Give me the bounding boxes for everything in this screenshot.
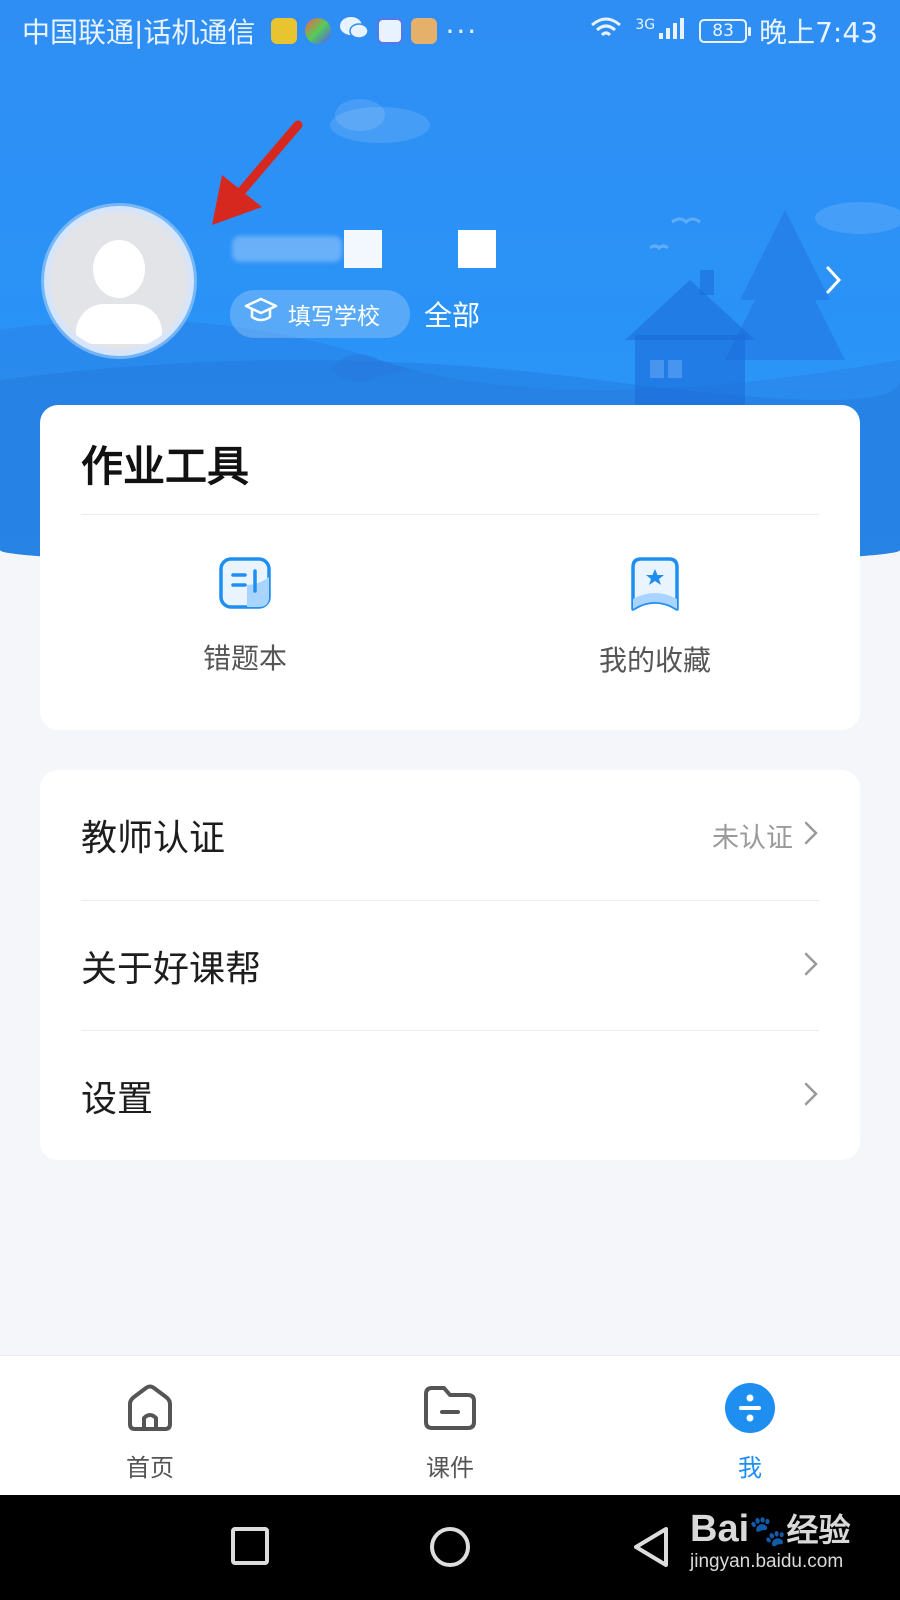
battery-icon: 83: [699, 19, 752, 43]
name-blur-region: [232, 236, 342, 262]
about-app-row[interactable]: 关于好课帮: [81, 900, 819, 1030]
name-redaction-block: [458, 230, 496, 268]
tab-courseware[interactable]: 课件: [380, 1382, 520, 1483]
clock-time: 晚上7:43: [759, 16, 878, 49]
recent-apps-button[interactable]: [229, 1525, 271, 1571]
chevron-right-icon: [803, 820, 819, 850]
profile-chevron-right-icon[interactable]: [824, 264, 844, 300]
bookmark-star-icon: [627, 557, 683, 617]
teacher-certification-row[interactable]: 教师认证 未认证: [81, 770, 819, 900]
chevron-right-icon: [803, 951, 819, 981]
certification-status: 未认证: [712, 822, 793, 854]
tab-home-label: 首页: [126, 1454, 174, 1482]
graduation-cap-icon: [244, 296, 278, 332]
settings-menu-card: 教师认证 未认证 关于好课帮 设置: [40, 770, 860, 1160]
me-divide-icon: [724, 1383, 776, 1438]
chevron-right-icon: [803, 1081, 819, 1111]
watermark-suffix: 经验: [786, 1511, 851, 1549]
teacher-certification-label: 教师认证: [81, 818, 226, 859]
bottom-tab-bar: 首页 课件 我: [0, 1355, 900, 1495]
chat-app-notification-icon: [377, 18, 404, 44]
wrong-question-book-label: 错题本: [202, 642, 287, 675]
my-favorites-button[interactable]: 我的收藏: [555, 555, 755, 679]
divider: [81, 514, 819, 515]
network-type: 3G: [635, 17, 656, 33]
tab-home[interactable]: 首页: [80, 1382, 220, 1483]
wechat-icon: [339, 15, 370, 48]
grade-label: 全部: [424, 299, 481, 332]
signal-icon: [657, 15, 687, 48]
my-favorites-label: 我的收藏: [598, 644, 711, 677]
tab-me[interactable]: 我: [680, 1382, 820, 1483]
wrong-question-book-button[interactable]: 错题本: [145, 555, 345, 677]
about-app-label: 关于好课帮: [81, 948, 262, 990]
status-bar: 中国联通|话机通信 ··· 3G 83 晚上7:43: [0, 0, 900, 62]
fill-school-button[interactable]: 填写学校: [230, 290, 410, 338]
app-notification-icon: [271, 18, 298, 44]
avatar-head-shape: [93, 240, 145, 298]
battery-level: 83: [712, 21, 734, 41]
back-button[interactable]: [630, 1525, 672, 1573]
wifi-icon: [589, 15, 623, 48]
watermark-url: jingyan.baidu.com: [690, 1551, 844, 1572]
notification-app-icons: ···: [271, 15, 478, 48]
avatar-body-shape: [76, 304, 162, 344]
settings-row[interactable]: 设置: [81, 1030, 819, 1160]
more-notifications-icon: ···: [445, 14, 479, 48]
user-name-redacted: [232, 230, 502, 270]
watermark-logo-text: Bai: [690, 1508, 750, 1550]
homework-tools-card: 作业工具 错题本 我的收藏: [40, 405, 860, 730]
browser-notification-icon: [305, 18, 332, 44]
tab-me-label: 我: [738, 1454, 762, 1482]
home-button[interactable]: [428, 1525, 472, 1573]
paw-icon: 🐾: [749, 1514, 787, 1549]
home-icon: [124, 1384, 176, 1438]
fill-school-label: 填写学校: [288, 304, 380, 330]
tab-courseware-label: 课件: [426, 1454, 474, 1482]
avatar[interactable]: [44, 206, 194, 356]
baidu-jingyan-watermark: Bai🐾经验 jingyan.baidu.com: [690, 1505, 851, 1573]
folder-icon: [422, 1386, 478, 1438]
settings-label: 设置: [81, 1078, 154, 1120]
name-redaction-block: [344, 230, 382, 268]
tools-card-title: 作业工具: [81, 442, 250, 491]
notebook-icon: [217, 557, 273, 615]
package-notification-icon: [411, 18, 438, 44]
carrier-text: 中国联通|话机通信: [22, 16, 256, 49]
annotation-arrow-icon: [212, 120, 303, 225]
